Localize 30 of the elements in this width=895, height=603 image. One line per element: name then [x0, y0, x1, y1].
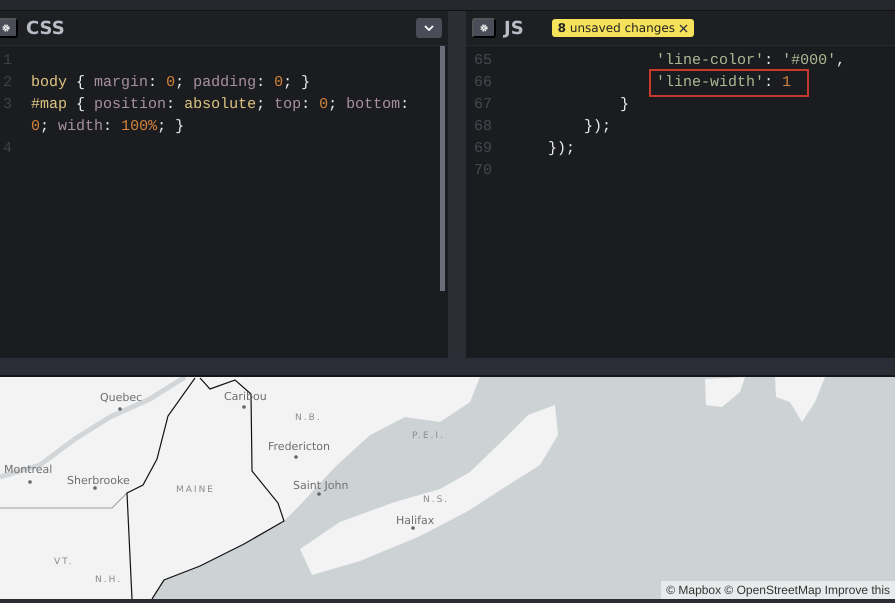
- code-line: #map { position: absolute; top: 0; bottom: 0; width: 100%; }: [31, 95, 410, 137]
- city-label: Sherbrooke: [67, 474, 130, 487]
- region-label: VT.: [54, 557, 74, 567]
- gear-icon: [480, 23, 488, 33]
- code-line: });: [584, 117, 612, 137]
- unsaved-changes-badge[interactable]: 8 unsaved changes: [552, 19, 694, 37]
- region-label: N.S.: [423, 495, 450, 505]
- region-label: P.E.I.: [412, 431, 445, 441]
- region-label: N.H.: [95, 575, 122, 585]
- gear-icon: [2, 23, 10, 33]
- chevron-down-icon: [424, 25, 434, 31]
- panel-title: CSS: [26, 18, 65, 38]
- code-line: 'line-color': '#000',: [656, 51, 846, 71]
- city-label: Saint John: [293, 479, 348, 492]
- code-line: });: [548, 139, 576, 159]
- scrollbar[interactable]: [440, 46, 445, 291]
- region-label: N.B.: [295, 413, 322, 423]
- collapse-button[interactable]: [416, 18, 442, 38]
- city-label: Quebec: [100, 391, 142, 404]
- map-attribution: © Mapbox © OpenStreetMap Improve this: [661, 581, 895, 599]
- city-label: Montreal: [4, 463, 52, 476]
- city-label: Halifax: [396, 514, 434, 527]
- panel-title: JS: [504, 18, 524, 38]
- settings-button[interactable]: [0, 18, 18, 38]
- settings-button[interactable]: [472, 18, 496, 38]
- region-label: MAINE: [176, 485, 215, 495]
- close-icon[interactable]: [679, 24, 688, 32]
- code-line: }: [620, 95, 630, 115]
- code-line: body { margin: 0; padding: 0; }: [31, 73, 312, 93]
- city-label: Fredericton: [268, 440, 330, 453]
